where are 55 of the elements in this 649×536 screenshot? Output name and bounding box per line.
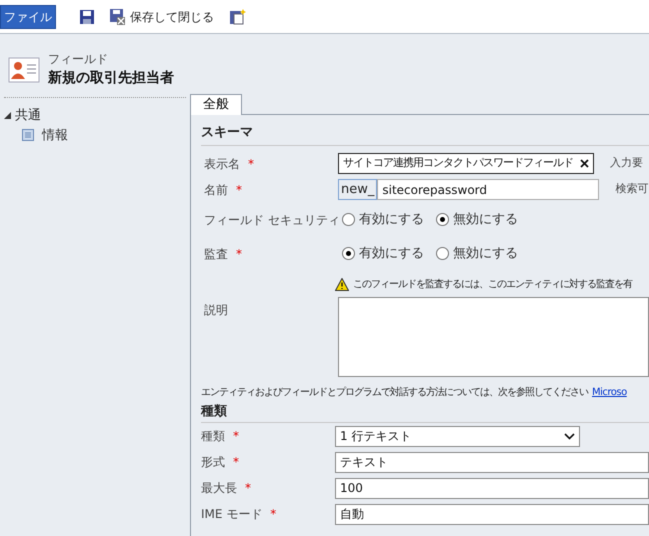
nav-item[interactable]: 情報 [18, 126, 182, 145]
save-icon[interactable] [80, 10, 94, 24]
expanded-icon[interactable] [4, 112, 11, 120]
field-label: 表示名 [204, 156, 240, 172]
save-close-icon [110, 8, 126, 24]
page-title: 新規の取引先担当者 [48, 68, 174, 88]
save-new-icon[interactable] [230, 8, 246, 24]
tab[interactable]: 全般 [190, 94, 242, 115]
field-label: 説明 [204, 302, 228, 318]
radio-button[interactable] [342, 247, 355, 260]
field-label: 形式 [201, 454, 225, 471]
required-mark: * [248, 156, 254, 172]
radio-button[interactable] [342, 213, 355, 226]
field-label: IME モード [201, 506, 262, 523]
side-label: 入力要 [610, 155, 643, 172]
form-icon [22, 129, 34, 142]
field-label: 最大長 [201, 480, 237, 497]
entity-subtitle: フィールド [48, 51, 109, 68]
radio-button[interactable] [436, 213, 449, 226]
required-mark: * [236, 246, 242, 262]
contact-card-icon [8, 54, 40, 84]
warning-icon [335, 278, 349, 291]
field-label: 監査 [204, 246, 228, 262]
section-heading: 種類 [201, 402, 649, 423]
required-mark: * [270, 506, 276, 523]
name-field[interactable]: sitecorepassword [377, 179, 600, 200]
text-field[interactable]: テキスト [335, 452, 649, 472]
field-label: フィールド セキュリティ [204, 212, 340, 228]
radio-option[interactable]: 有効にする [342, 210, 424, 230]
section-heading: スキーマ [201, 123, 649, 146]
radio-button[interactable] [436, 247, 449, 260]
type-dropdown[interactable]: 1 行テキスト [335, 426, 580, 446]
radio-option[interactable]: 無効にする [436, 244, 518, 264]
nav-group: 共通 [15, 106, 41, 126]
field-label: 名前 [204, 182, 228, 198]
required-mark: * [236, 182, 242, 198]
field-label: 種類 [201, 428, 225, 445]
info-text: エンティティおよびフィールドとプログラムで対話する方法については、次を参照してください [201, 386, 588, 400]
text-field[interactable]: 100 [335, 478, 649, 498]
required-mark: * [233, 454, 239, 471]
display-name-field[interactable]: サイトコア連携用コンタクトパスワードフィールド [338, 153, 594, 174]
radio-option[interactable]: 無効にする [436, 210, 518, 230]
warning-text: このフィールドを監査するには、このエンティティに対する監査を有 [353, 278, 632, 292]
name-prefix: new_ [338, 179, 378, 200]
required-mark: * [245, 480, 251, 497]
text-field[interactable]: 自動 [335, 504, 649, 524]
radio-option[interactable]: 有効にする [342, 244, 424, 264]
chevron-down-icon [564, 432, 575, 440]
clear-icon[interactable] [580, 159, 589, 168]
required-mark: * [233, 428, 239, 445]
info-link[interactable]: Microso [592, 384, 627, 400]
side-label: 検索可 [615, 181, 648, 198]
save-close-button[interactable]: 保存して閉じる [110, 8, 214, 26]
file-tab[interactable]: ファイル [0, 4, 56, 28]
description-field[interactable] [338, 296, 649, 376]
